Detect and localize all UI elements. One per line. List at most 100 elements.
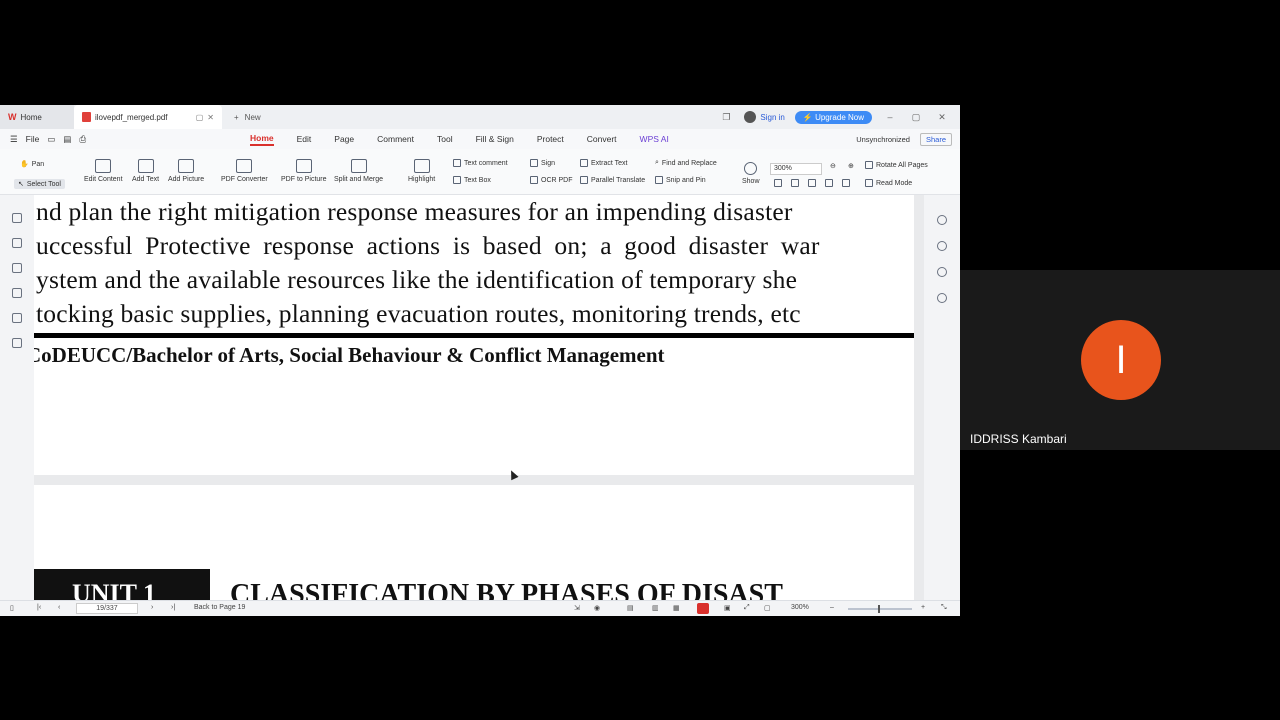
menu-edit[interactable]: Edit: [297, 134, 312, 144]
menu-comment[interactable]: Comment: [377, 134, 414, 144]
text-box-button[interactable]: Text Box: [453, 176, 491, 184]
add-picture-button[interactable]: Add Picture: [168, 159, 204, 183]
edit-content-button[interactable]: Edit Content: [84, 159, 123, 183]
comment-icon[interactable]: [12, 263, 22, 273]
document-viewport[interactable]: nd plan the right mitigation response me…: [34, 195, 924, 600]
split-merge-label: Split and Merge: [334, 176, 384, 183]
settings-sliders-icon[interactable]: [937, 267, 947, 277]
single-page-view-icon[interactable]: ▤: [627, 604, 634, 612]
search-icon[interactable]: [937, 215, 947, 225]
unsynchronized-status[interactable]: Unsynchronized: [856, 135, 910, 144]
participant-avatar: I: [1081, 320, 1161, 400]
text-comment-button[interactable]: Text comment: [453, 159, 508, 167]
stamp-icon[interactable]: [12, 313, 22, 323]
read-mode-button[interactable]: Read Mode: [865, 179, 912, 187]
record-icon[interactable]: [697, 603, 709, 614]
upgrade-button[interactable]: ⚡ Upgrade Now: [794, 110, 872, 124]
left-sidebar: [0, 195, 34, 600]
extract-text-button[interactable]: Extract Text: [580, 159, 627, 167]
first-page-icon[interactable]: |‹: [37, 604, 41, 611]
tab-document[interactable]: ilovepdf_merged.pdf ▢ ✕: [74, 105, 222, 129]
sidebar-toggle-icon[interactable]: ▯: [10, 604, 14, 612]
rotate-all-pages-button[interactable]: Rotate All Pages: [865, 161, 928, 169]
screenshot-icon[interactable]: [842, 179, 850, 187]
eye-icon[interactable]: ◉: [594, 604, 600, 612]
bookmark-icon[interactable]: [12, 213, 22, 223]
full-view-icon[interactable]: ▣: [724, 604, 731, 612]
two-page-view-icon[interactable]: ▦: [673, 604, 680, 612]
share-button[interactable]: Share: [919, 132, 952, 146]
hamburger-icon[interactable]: ☰: [10, 134, 18, 145]
tab-window-icon[interactable]: ▢: [196, 113, 204, 122]
cursor-arrow-icon: ↖: [18, 181, 24, 188]
pan-tool[interactable]: ✋ Pan: [20, 160, 44, 169]
back-to-page-link[interactable]: Back to Page 19: [194, 604, 245, 611]
new-tab-button[interactable]: + New: [222, 113, 261, 122]
zoom-level[interactable]: 300%: [791, 604, 809, 611]
menu-wps-ai[interactable]: WPS AI: [640, 134, 669, 144]
rotate-page-icon[interactable]: [825, 179, 833, 187]
menu-protect[interactable]: Protect: [537, 134, 564, 144]
open-folder-icon[interactable]: ▭: [47, 134, 55, 145]
fit-icon[interactable]: ⇲: [574, 604, 580, 612]
parallel-translate-button[interactable]: Parallel Translate: [580, 176, 645, 184]
fit-page-icon[interactable]: [791, 179, 799, 187]
last-page-icon[interactable]: ›|: [171, 604, 175, 611]
zoom-out-status-icon[interactable]: –: [830, 604, 834, 611]
zoom-slider-handle[interactable]: [878, 605, 880, 613]
sign-in-button[interactable]: Sign in: [744, 111, 785, 123]
layers-icon[interactable]: [12, 338, 22, 348]
add-text-button[interactable]: Add Text: [132, 159, 159, 183]
zoom-in-icon[interactable]: ⊕: [848, 162, 854, 170]
tab-home[interactable]: W Home: [0, 105, 74, 129]
menu-page[interactable]: Page: [334, 134, 354, 144]
zoom-out-icon[interactable]: ⊖: [830, 162, 836, 170]
snip-icon: [655, 176, 663, 184]
thumbnails-icon[interactable]: [12, 238, 22, 248]
fullscreen-icon[interactable]: ⤡: [941, 604, 947, 612]
previous-page-icon[interactable]: ‹: [58, 604, 60, 611]
pdf-to-picture-button[interactable]: PDF to Picture: [281, 159, 327, 183]
split-merge-button[interactable]: Split and Merge: [334, 159, 383, 183]
file-menu[interactable]: File: [26, 134, 40, 144]
restore-layout-icon[interactable]: ❐: [718, 112, 734, 123]
continuous-view-icon[interactable]: ▥: [652, 604, 659, 612]
fit-width-status-icon[interactable]: ⤢: [744, 604, 750, 612]
status-bar: ▯ |‹ ‹ 19/337 › ›| Back to Page 19 ⇲ ◉ ▤…: [0, 600, 960, 616]
select-tool-label: Select Tool: [26, 180, 61, 188]
add-picture-icon: [178, 159, 195, 173]
menu-convert[interactable]: Convert: [587, 134, 617, 144]
help-icon[interactable]: [937, 241, 947, 251]
ribbon-toolbar: ✋ Pan ↖ Select Tool Edit Content Add Tex…: [0, 149, 960, 195]
single-page-icon[interactable]: [774, 179, 782, 187]
highlight-button[interactable]: Highlight: [408, 159, 435, 183]
maximize-icon[interactable]: ▢: [908, 112, 924, 123]
menu-tool[interactable]: Tool: [437, 134, 453, 144]
attachment-icon[interactable]: [12, 288, 22, 298]
screen-icon[interactable]: ▢: [764, 604, 771, 612]
pdf-converter-button[interactable]: PDF Converter: [221, 159, 268, 183]
sign-button[interactable]: Sign: [530, 159, 555, 167]
print-icon[interactable]: ⎙: [79, 134, 86, 145]
view-mode-icons: [774, 179, 850, 187]
select-tool[interactable]: ↖ Select Tool: [14, 179, 65, 189]
fit-width-icon[interactable]: [808, 179, 816, 187]
show-button[interactable]: Show: [742, 162, 760, 185]
menu-fill-sign[interactable]: Fill & Sign: [476, 134, 514, 144]
zoom-in-status-icon[interactable]: +: [921, 604, 925, 611]
ocr-pdf-button[interactable]: OCR PDF: [530, 176, 573, 184]
extract-text-label: Extract Text: [591, 159, 628, 167]
save-icon[interactable]: ▤: [63, 134, 71, 145]
tab-close-icon[interactable]: ✕: [207, 113, 214, 122]
body-text-line: ystem and the available resources like t…: [36, 265, 798, 294]
translate-panel-icon[interactable]: [937, 293, 947, 303]
minimize-icon[interactable]: –: [882, 112, 898, 122]
menu-home[interactable]: Home: [250, 133, 274, 146]
zoom-slider[interactable]: [848, 608, 912, 610]
close-window-icon[interactable]: ✕: [934, 112, 950, 123]
page-number-input[interactable]: 19/337: [76, 603, 138, 614]
find-replace-button[interactable]: ⌕ Find and Replace: [655, 159, 717, 167]
next-page-icon[interactable]: ›: [151, 604, 153, 611]
snip-pin-button[interactable]: Snip and Pin: [655, 176, 706, 184]
zoom-select[interactable]: 300%: [770, 163, 822, 175]
